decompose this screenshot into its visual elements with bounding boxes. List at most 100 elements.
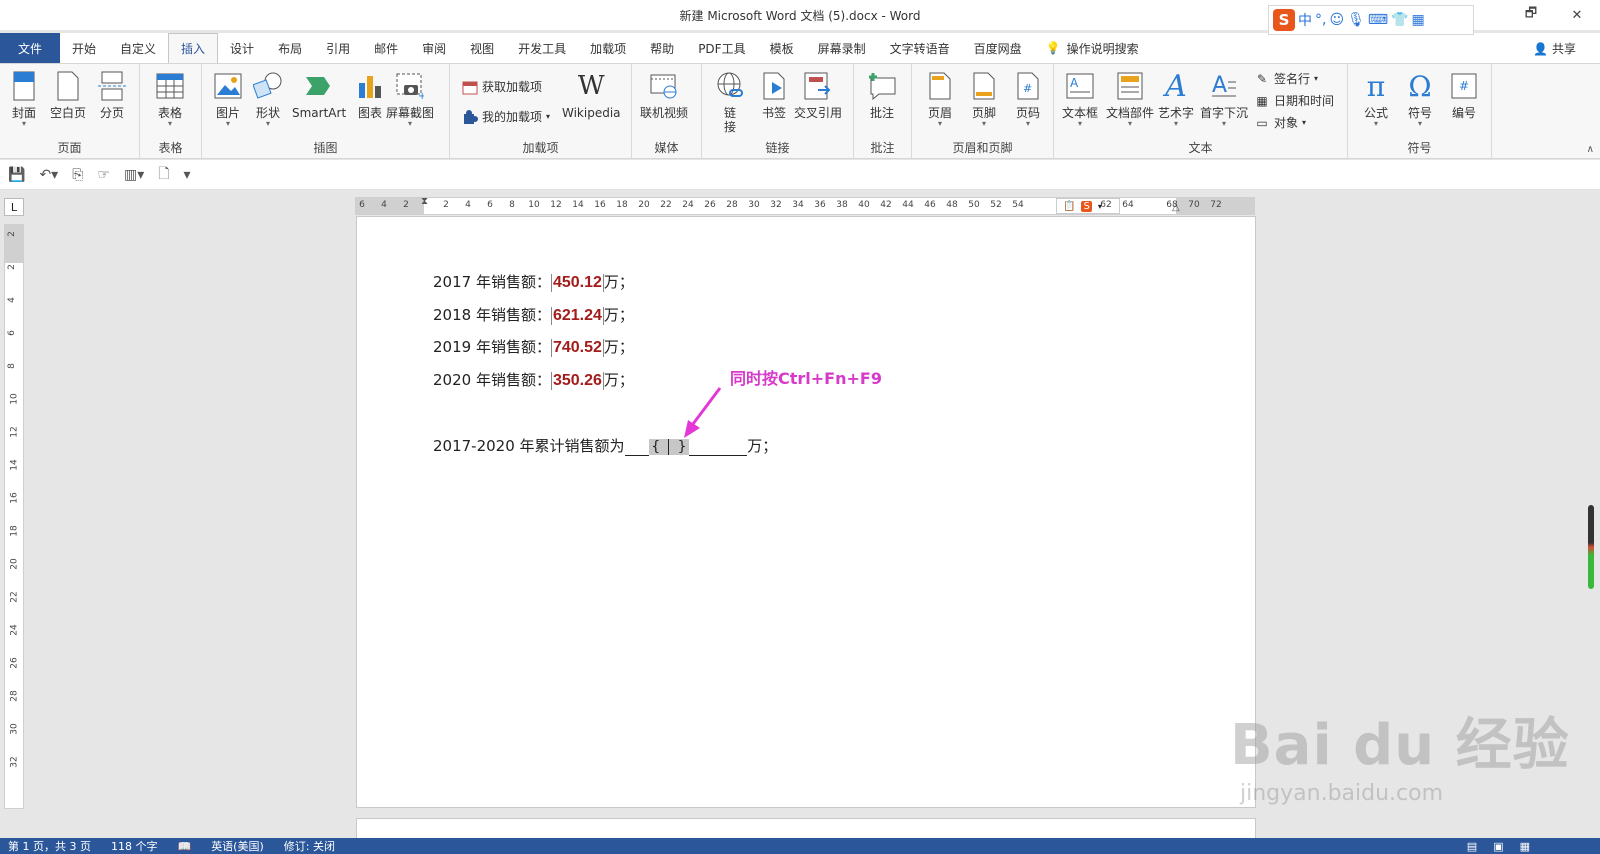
page-break-button[interactable]: 分页 — [96, 70, 128, 120]
share-button[interactable]: 👤 共享 — [1533, 40, 1576, 57]
track-changes-status[interactable]: 修订: 关闭 — [284, 838, 335, 854]
field-value[interactable]: 450.12 — [550, 274, 604, 292]
vruler-tick: 14 — [9, 459, 20, 471]
page-number-button[interactable]: # 页码 ▾ — [1012, 70, 1044, 128]
tab-insert[interactable]: 插入 — [168, 33, 219, 63]
my-addins-button[interactable]: 我的加载项 ▾ — [462, 108, 550, 125]
picture-button[interactable]: 图片 ▾ — [212, 70, 244, 128]
sogou-logo-icon[interactable]: S — [1273, 9, 1295, 31]
horizontal-ruler[interactable]: ⧗ △ 📋 S ▾ 6 4 2 2 4 6 8 10 12 14 16 18 20 22 24 26 28 30 3… — [355, 196, 1255, 215]
tab-stop-selector[interactable]: L — [4, 198, 24, 216]
undo-icon[interactable]: ↶▾ — [39, 167, 58, 183]
shirt-icon[interactable]: 👕 — [1391, 12, 1408, 28]
ruler-tick: 4 — [465, 200, 471, 210]
bookmark-button[interactable]: 书签 — [758, 70, 790, 120]
tab-custom[interactable]: 自定义 — [108, 33, 168, 63]
numbering-button[interactable]: # 编号 — [1448, 70, 1480, 120]
page-count[interactable]: 第 1 页，共 3 页 — [8, 838, 91, 854]
table-button[interactable]: 表格 ▾ — [154, 70, 186, 128]
print-layout-icon[interactable]: ▣ — [1493, 840, 1503, 853]
ruler-tick: 34 — [792, 200, 804, 210]
document-page[interactable]: 2017 年销售额： 450.12 万； 2018 年销售额： 621.24 万； 20… — [356, 216, 1256, 808]
tab-baidu-pan[interactable]: 百度网盘 — [962, 33, 1034, 63]
word-count[interactable]: 118 个字 — [111, 838, 158, 854]
equation-button[interactable]: π 公式 ▾ — [1360, 70, 1392, 128]
scroll-indicator[interactable] — [1588, 505, 1594, 589]
ime-lang[interactable]: 中 — [1298, 10, 1312, 30]
sales-line-2020[interactable]: 2020 年销售额： 350.26 万； — [433, 369, 634, 390]
object-button[interactable]: ▭ 对象 ▾ — [1254, 114, 1306, 131]
tab-layout[interactable]: 布局 — [266, 33, 314, 63]
online-video-button[interactable]: 联机视频 — [640, 70, 688, 120]
tab-screen-record[interactable]: 屏幕录制 — [806, 33, 878, 63]
chart-button[interactable]: 图表 — [354, 70, 386, 120]
vertical-ruler[interactable]: 2 2 4 6 8 10 12 14 16 18 20 22 24 26 28 30 32 — [4, 224, 24, 809]
tab-addins[interactable]: 加载项 — [578, 33, 638, 63]
proofing-icon[interactable]: 📖 — [177, 840, 191, 853]
grid-icon[interactable]: ▦ — [1412, 12, 1425, 28]
mic-icon[interactable]: 🎙 — [1347, 12, 1365, 28]
group-illustrations: 图片 ▾ 形状 ▾ SmartArt 图表 + 屏幕截图 ▾ 插图 — [202, 64, 450, 159]
ruler-tick: 24 — [682, 200, 694, 210]
tab-file[interactable]: 文件 — [0, 33, 60, 63]
date-time-button[interactable]: ▦ 日期和时间 — [1254, 92, 1334, 109]
field-value[interactable]: 350.26 — [550, 372, 604, 390]
comment-button[interactable]: 批注 — [866, 70, 898, 120]
language-status[interactable]: 英语(美国) — [211, 838, 264, 854]
tab-mailings[interactable]: 邮件 — [362, 33, 410, 63]
tab-help[interactable]: 帮助 — [638, 33, 686, 63]
tab-review[interactable]: 审阅 — [410, 33, 458, 63]
link-button[interactable]: 链接 — [714, 70, 746, 134]
sales-line-2018[interactable]: 2018 年销售额： 621.24 万； — [433, 304, 634, 325]
signature-line-button[interactable]: ✎ 签名行 ▾ — [1254, 70, 1318, 87]
format-painter-icon[interactable]: ⎘ — [72, 167, 83, 183]
total-sales-line[interactable]: 2017-2020 年累计销售额为 { } 万； — [433, 435, 777, 456]
shapes-button[interactable]: 形状 ▾ — [252, 70, 284, 128]
field-value[interactable]: 621.24 — [550, 307, 604, 325]
tab-home[interactable]: 开始 — [60, 33, 108, 63]
smile-icon[interactable]: ☺ — [1329, 12, 1344, 28]
field-value[interactable]: 740.52 — [550, 339, 604, 357]
symbol-button[interactable]: Ω 符号 ▾ — [1404, 70, 1436, 128]
save-icon[interactable]: 💾 — [8, 167, 25, 183]
new-doc-icon[interactable]: 🗋 — [158, 163, 169, 187]
tab-tts[interactable]: 文字转语音 — [878, 33, 962, 63]
tab-references[interactable]: 引用 — [314, 33, 362, 63]
keyboard-icon[interactable]: ⌨ — [1368, 12, 1388, 28]
blank-page-button[interactable]: 空白页 — [50, 70, 86, 120]
screenshot-button[interactable]: + 屏幕截图 ▾ — [386, 70, 434, 128]
vruler-tick: 12 — [9, 426, 20, 438]
web-layout-icon[interactable]: ▦ — [1520, 840, 1530, 853]
collapse-ribbon-icon[interactable]: ∧ — [1587, 144, 1594, 155]
ruler-indent-marker-icon[interactable]: ⧗ — [421, 196, 428, 207]
sales-line-2017[interactable]: 2017 年销售额： 450.12 万； — [433, 271, 634, 292]
wordart-button[interactable]: A 艺术字 ▾ — [1158, 69, 1194, 128]
smartart-button[interactable]: SmartArt — [292, 70, 346, 120]
ruler-tick: 62 — [1100, 200, 1112, 210]
wikipedia-button[interactable]: W Wikipedia — [562, 70, 621, 120]
tab-design[interactable]: 设计 — [218, 33, 266, 63]
text-box-button[interactable]: A 文本框 ▾ — [1062, 70, 1098, 128]
layout-icon[interactable]: ▥▾ — [124, 167, 144, 183]
read-mode-icon[interactable]: ▤ — [1467, 840, 1477, 853]
drop-cap-button[interactable]: A 首字下沉 ▾ — [1200, 70, 1248, 128]
tab-developer[interactable]: 开发工具 — [506, 33, 578, 63]
restore-button[interactable]: 🗗 — [1508, 0, 1554, 30]
get-addins-button[interactable]: 获取加载项 — [462, 78, 542, 95]
cover-page-button[interactable]: 封面 ▾ — [8, 70, 40, 128]
tab-templates[interactable]: 模板 — [758, 33, 806, 63]
close-button[interactable]: ✕ — [1554, 0, 1600, 30]
customize-qat-icon[interactable]: ▾ — [184, 167, 191, 183]
header-button[interactable]: 页眉 ▾ — [924, 70, 956, 128]
tab-view[interactable]: 视图 — [458, 33, 506, 63]
ime-punct[interactable]: °, — [1315, 12, 1326, 28]
tab-pdf[interactable]: PDF工具 — [686, 33, 757, 63]
cross-reference-button[interactable]: 交叉引用 — [794, 70, 842, 120]
vruler-tick: 24 — [9, 624, 20, 636]
tell-me-search[interactable]: 💡 操作说明搜索 — [1034, 33, 1151, 63]
sales-line-2019[interactable]: 2019 年销售额： 740.52 万； — [433, 336, 634, 357]
footer-button[interactable]: 页脚 ▾ — [968, 70, 1000, 128]
touch-mode-icon[interactable]: ☞ — [97, 167, 110, 183]
quick-parts-button[interactable]: 文档部件 ▾ — [1106, 70, 1154, 128]
calendar-icon: ▦ — [1256, 93, 1268, 108]
